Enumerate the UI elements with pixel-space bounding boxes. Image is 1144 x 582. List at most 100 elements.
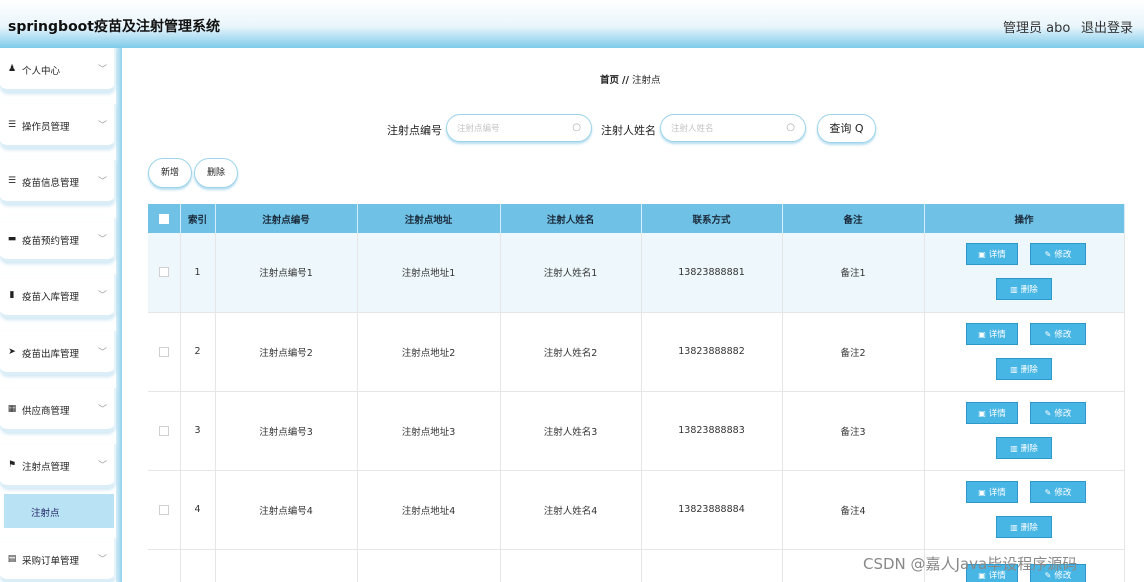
sidebar-item-vaccine-booking[interactable]: ▬ 疫苗预约管理 ﹀ <box>0 218 116 262</box>
sidebar-item-supplier[interactable]: ▦ 供应商管理 ﹀ <box>0 388 116 432</box>
cell-operations: ▣ 详情 ✎ 修改 ▥ 删除 <box>924 391 1125 471</box>
sidebar-subitem-injection-point[interactable]: 注射点 <box>4 494 114 528</box>
sidebar-rail <box>116 48 122 582</box>
search-icon: ○ <box>786 122 795 133</box>
delete-label: 删除 <box>1020 522 1038 533</box>
edit-button[interactable]: ✎ 修改 <box>1030 243 1086 266</box>
cell-operations: ▣ 详情 ✎ 修改 ▥ 删除 <box>924 233 1125 313</box>
sidebar-item-vaccine-info[interactable]: ☰ 疫苗信息管理 ﹀ <box>0 160 116 204</box>
cell-note: 备注2 <box>782 312 925 392</box>
detail-icon: ▣ <box>978 487 986 497</box>
cell-code: 注射点编号2 <box>215 312 358 392</box>
query-button[interactable]: 查询 Q <box>817 114 876 143</box>
column-header: 操作 <box>924 204 1125 233</box>
breadcrumb: 首页 // 注射点 <box>600 72 661 86</box>
sidebar-item-label: 采购订单管理 <box>22 556 80 567</box>
detail-label: 详情 <box>988 487 1006 498</box>
column-header: 注射人姓名 <box>500 204 642 233</box>
delete-button[interactable]: ▥ 删除 <box>996 357 1052 380</box>
chevron-down-icon: ﹀ <box>98 555 108 565</box>
trash-icon: ▥ <box>1010 364 1018 374</box>
top-header: springboot疫苗及注射管理系统 管理员 abo 退出登录 <box>0 0 1144 48</box>
table-row: 3 注射点编号3 注射点地址3 注射人姓名3 13823888883 备注3 ▣… <box>148 391 1125 471</box>
sidebar-item-purchase-order[interactable]: ▤ 采购订单管理 ﹀ <box>0 538 116 582</box>
row-checkbox[interactable] <box>158 425 169 436</box>
cell-index: 2 <box>180 312 216 392</box>
detail-label: 详情 <box>988 250 1006 261</box>
edit-label: 修改 <box>1054 329 1072 340</box>
edit-button[interactable]: ✎ 修改 <box>1030 322 1086 345</box>
book-icon: ▮ <box>9 290 15 300</box>
delete-button[interactable]: ▥ 删除 <box>996 436 1052 459</box>
chevron-down-icon: ﹀ <box>98 177 108 187</box>
column-header: 备注 <box>782 204 925 233</box>
select-all-checkbox[interactable] <box>158 213 169 224</box>
delete-label: 删除 <box>1020 285 1038 296</box>
sidebar-item-personal-center[interactable]: ♟ 个人中心 ﹀ <box>0 48 116 92</box>
chevron-down-icon: ﹀ <box>98 65 108 75</box>
edit-button[interactable]: ✎ 修改 <box>1030 401 1086 424</box>
cell-name: 注射人姓名2 <box>500 312 642 392</box>
sidebar-item-label: 疫苗出库管理 <box>22 349 80 360</box>
folder-icon: ▬ <box>7 234 17 244</box>
table-row: 4 注射点编号4 注射点地址4 注射人姓名4 13823888884 备注4 ▣… <box>148 470 1125 550</box>
cell-index: 1 <box>180 233 216 313</box>
sidebar-item-operator[interactable]: ☰ 操作员管理 ﹀ <box>0 104 116 148</box>
detail-button[interactable]: ▣ 详情 <box>966 243 1018 266</box>
delete-button[interactable]: ▥ 删除 <box>996 278 1052 301</box>
detail-icon: ▣ <box>978 408 986 418</box>
search-code-input[interactable] <box>457 121 567 137</box>
sidebar-item-label: 疫苗预约管理 <box>22 236 80 247</box>
edit-button[interactable]: ✎ 修改 <box>1030 480 1086 503</box>
breadcrumb-home[interactable]: 首页 <box>600 75 619 86</box>
logout-link[interactable]: 退出登录 <box>1081 17 1133 36</box>
cell-operations: ▣ 详情 ✎ 修改 ▥ 删除 <box>924 312 1125 392</box>
edit-label: 修改 <box>1054 250 1072 261</box>
chevron-down-icon: ﹀ <box>98 405 108 415</box>
row-checkbox[interactable] <box>158 267 169 278</box>
row-checkbox[interactable] <box>158 504 169 515</box>
row-checkbox[interactable] <box>158 346 169 357</box>
detail-icon: ▣ <box>978 250 986 260</box>
cell-phone: 13823888883 <box>641 391 783 471</box>
detail-button[interactable]: ▣ 详情 <box>966 322 1018 345</box>
app-title: springboot疫苗及注射管理系统 <box>8 19 220 35</box>
cell-name: 注射人姓名3 <box>500 391 642 471</box>
delete-button[interactable]: ▥ 删除 <box>996 515 1052 538</box>
add-button[interactable]: 新增 <box>148 158 192 188</box>
chevron-down-icon: ﹀ <box>98 235 108 245</box>
search-name-input[interactable] <box>671 121 781 137</box>
edit-icon: ✎ <box>1044 250 1052 260</box>
sidebar-item-vaccine-outbound[interactable]: ➤ 疫苗出库管理 ﹀ <box>0 331 116 375</box>
cell-note: 备注1 <box>782 233 925 313</box>
detail-button[interactable]: ▣ 详情 <box>966 480 1018 503</box>
search-icon: ○ <box>572 122 581 133</box>
cell-code: 注射点编号1 <box>215 233 358 313</box>
table-row: 1 注射点编号1 注射点地址1 注射人姓名1 13823888881 备注1 ▣… <box>148 233 1125 313</box>
search-label-name: 注射人姓名 <box>601 124 656 137</box>
trash-icon: ▥ <box>1010 522 1018 532</box>
sidebar-item-injection-point[interactable]: ⚑ 注射点管理 ﹀ <box>0 444 116 488</box>
cell-phone: 13823888884 <box>641 470 783 550</box>
delete-label: 删除 <box>1020 364 1038 375</box>
detail-button[interactable]: ▣ 详情 <box>966 401 1018 424</box>
search-code-field[interactable]: ○ <box>446 114 592 142</box>
chevron-down-icon: ﹀ <box>98 121 108 131</box>
search-name-field[interactable]: ○ <box>660 114 806 142</box>
edit-label: 修改 <box>1054 408 1072 419</box>
sidebar-item-label: 个人中心 <box>22 66 61 77</box>
delete-label: 删除 <box>1020 443 1038 454</box>
cell-operations: ▣ 详情 ✎ 修改 ▥ 删除 <box>924 470 1125 550</box>
cell-name: 注射人姓名4 <box>500 470 642 550</box>
watermark: CSDN @嘉人Java毕设程序源码 <box>863 555 1078 573</box>
select-all-cell[interactable] <box>148 204 181 233</box>
sidebar-item-vaccine-inbound[interactable]: ▮ 疫苗入库管理 ﹀ <box>0 274 116 318</box>
edit-icon: ✎ <box>1044 487 1052 497</box>
send-icon: ➤ <box>8 347 16 357</box>
detail-icon: ▣ <box>978 329 986 339</box>
chevron-down-icon: ﹀ <box>98 348 108 358</box>
breadcrumb-current: 注射点 <box>632 75 661 86</box>
sidebar-item-label: 疫苗信息管理 <box>22 178 80 189</box>
cell-address: 注射点地址4 <box>357 470 501 550</box>
batch-delete-button[interactable]: 删除 <box>194 158 238 188</box>
